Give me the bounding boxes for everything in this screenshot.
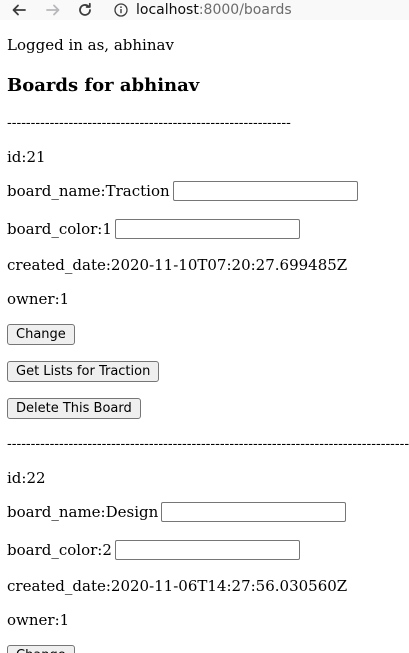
forward-button[interactable] xyxy=(42,0,64,20)
board-color-input[interactable] xyxy=(114,540,300,560)
arrow-right-icon xyxy=(46,4,60,16)
divider-short: ----------------------------------------… xyxy=(7,115,291,131)
board-name-input[interactable] xyxy=(172,181,358,201)
divider-long: ----------------------------------------… xyxy=(7,436,409,452)
arrow-left-icon xyxy=(12,4,26,16)
created-date: created_date:2020-11-06T14:27:56.030560Z xyxy=(7,577,348,595)
board-name-row: board_name:Traction xyxy=(7,181,358,201)
delete-board-button[interactable]: Delete This Board xyxy=(7,398,141,419)
board-id: id:21 xyxy=(7,148,46,166)
created-date: created_date:2020-11-10T07:20:27.699485Z xyxy=(7,256,348,274)
owner: owner:1 xyxy=(7,290,70,308)
board-color-label: board_color:2 xyxy=(7,541,112,559)
board-id: id:22 xyxy=(7,469,46,487)
change-button[interactable]: Change xyxy=(7,324,75,345)
change-button[interactable]: Change xyxy=(7,645,75,653)
address-bar[interactable]: localhost:8000/boards xyxy=(104,0,409,20)
reload-icon xyxy=(79,2,91,16)
get-lists-button[interactable]: Get Lists for Traction xyxy=(7,361,160,382)
logged-in-text: Logged in as, abhinav xyxy=(7,36,174,54)
url-host: localhost xyxy=(136,2,199,18)
board-color-label: board_color:1 xyxy=(7,220,112,238)
info-icon[interactable] xyxy=(114,3,128,17)
owner: owner:1 xyxy=(7,611,70,629)
reload-button[interactable] xyxy=(74,0,96,20)
board-color-input[interactable] xyxy=(114,219,300,239)
board-color-row: board_color:1 xyxy=(7,219,300,239)
board-name-input[interactable] xyxy=(161,502,347,522)
board-name-label: board_name:Traction xyxy=(7,182,170,200)
url-path: :8000/boards xyxy=(198,2,292,18)
browser-toolbar: localhost:8000/boards xyxy=(0,0,409,20)
board-name-row: board_name:Design xyxy=(7,502,347,522)
board-name-label: board_name:Design xyxy=(7,503,159,521)
page-title: Boards for abhinav xyxy=(7,75,200,96)
back-button[interactable] xyxy=(8,0,30,20)
board-color-row: board_color:2 xyxy=(7,540,300,560)
